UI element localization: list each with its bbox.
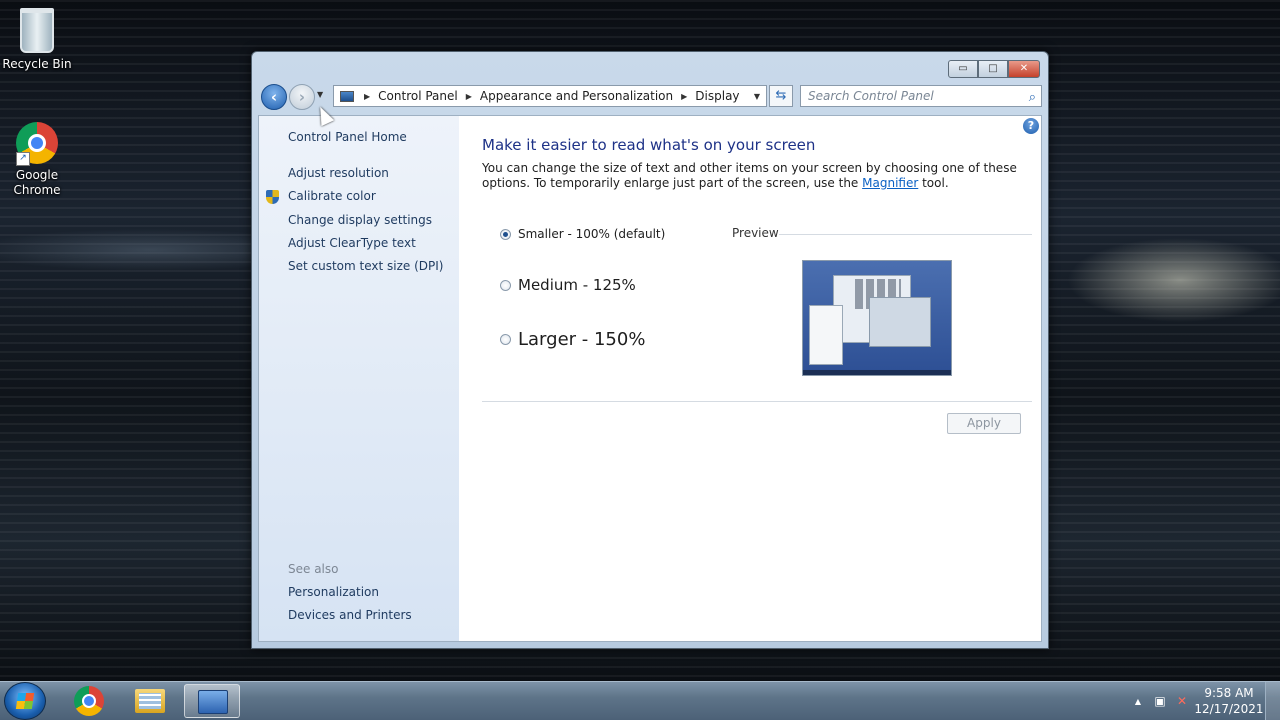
page-description: You can change the size of text and othe… <box>482 161 1022 191</box>
sidebar-link-personalization[interactable]: Personalization <box>288 585 379 599</box>
control-panel-icon <box>198 690 228 714</box>
radio-smaller[interactable] <box>500 228 511 240</box>
sidebar-link-adjust-cleartype[interactable]: Adjust ClearType text <box>288 236 416 250</box>
show-hidden-icons-icon[interactable]: ▲ <box>1127 697 1149 706</box>
chrome-icon-wrapper: ↗ <box>16 122 58 166</box>
option-smaller-label: Smaller - 100% (default) <box>518 227 666 241</box>
google-chrome-shortcut[interactable]: ↗ Google Chrome <box>0 122 74 198</box>
breadcrumb-separator-icon[interactable]: ▶ <box>364 92 370 101</box>
help-icon[interactable]: ? <box>1023 118 1039 134</box>
clock-time: 9:58 AM <box>1204 686 1254 700</box>
radio-medium[interactable] <box>500 279 511 291</box>
content-divider <box>482 401 1032 402</box>
preview-front-window <box>869 297 931 347</box>
windows-logo-icon <box>15 693 35 709</box>
uac-shield-icon <box>266 190 279 204</box>
minimize-button[interactable]: ▭ <box>948 60 978 78</box>
system-tray: ▲ ▣ ✕ 9:58 AM 12/17/2021 <box>1127 682 1280 720</box>
magnifier-link[interactable]: Magnifier <box>862 176 918 190</box>
search-icon[interactable]: ⌕ <box>1029 88 1036 108</box>
shortcut-arrow-icon: ↗ <box>16 152 30 166</box>
option-medium[interactable]: Medium - 125% <box>500 276 636 294</box>
forward-button[interactable]: › <box>289 84 315 110</box>
main-content: ? Make it easier to read what's on your … <box>459 116 1041 641</box>
preview-label: Preview <box>732 226 779 240</box>
volume-muted-icon[interactable]: ✕ <box>1171 694 1193 708</box>
breadcrumb-appearance[interactable]: Appearance and Personalization <box>480 89 673 103</box>
address-dropdown-icon[interactable]: ▼ <box>748 92 766 101</box>
taskbar-explorer[interactable] <box>122 684 178 718</box>
taskbar-chrome[interactable] <box>60 684 116 718</box>
calibrate-color-label: Calibrate color <box>288 189 376 203</box>
clock-date: 12/17/2021 <box>1194 702 1264 716</box>
sidebar-link-calibrate-color[interactable]: Calibrate color <box>266 189 376 204</box>
option-larger-label: Larger - 150% <box>518 329 646 350</box>
close-button[interactable]: ✕ <box>1008 60 1040 78</box>
address-bar[interactable]: ▶ Control Panel ▶ Appearance and Persona… <box>333 85 767 107</box>
control-panel-icon <box>340 90 354 102</box>
google-chrome-label: Google Chrome <box>13 168 61 197</box>
sidebar-link-change-display-settings[interactable]: Change display settings <box>288 213 432 227</box>
sidebar-link-devices-printers[interactable]: Devices and Printers <box>288 608 412 622</box>
maximize-button[interactable]: □ <box>978 60 1008 78</box>
start-button[interactable] <box>4 682 46 720</box>
window-controls: ▭ □ ✕ <box>948 60 1040 78</box>
page-title: Make it easier to read what's on your sc… <box>482 136 816 154</box>
chrome-icon <box>74 686 104 716</box>
client-area: Control Panel Home Adjust resolution Cal… <box>258 115 1042 642</box>
clock[interactable]: 9:58 AM 12/17/2021 <box>1193 685 1265 717</box>
display-window: ▭ □ ✕ ‹ › ▼ ▶ Control Panel ▶ Appearance… <box>251 51 1049 649</box>
preview-side-window <box>809 305 843 365</box>
preview-taskbar <box>803 370 951 375</box>
search-placeholder: Search Control Panel <box>808 89 934 103</box>
preview-divider <box>779 234 1032 235</box>
show-desktop-button[interactable] <box>1265 682 1280 720</box>
recent-pages-dropdown-icon[interactable]: ▼ <box>317 90 323 99</box>
sidebar-link-adjust-resolution[interactable]: Adjust resolution <box>288 166 389 180</box>
description-text-2: tool. <box>918 176 949 190</box>
taskbar: ▲ ▣ ✕ 9:58 AM 12/17/2021 <box>0 681 1280 720</box>
option-medium-label: Medium - 125% <box>518 276 636 294</box>
option-larger[interactable]: Larger - 150% <box>500 329 645 350</box>
breadcrumb-display[interactable]: Display <box>695 89 739 103</box>
network-icon[interactable]: ▣ <box>1149 694 1171 708</box>
preview-image <box>802 260 952 376</box>
sidebar-link-control-panel-home[interactable]: Control Panel Home <box>288 130 407 144</box>
refresh-button[interactable]: ⇆ <box>769 85 793 107</box>
breadcrumb-control-panel[interactable]: Control Panel <box>378 89 458 103</box>
sidebar-link-custom-dpi[interactable]: Set custom text size (DPI) <box>288 259 443 273</box>
task-pane: Control Panel Home Adjust resolution Cal… <box>259 116 459 641</box>
back-button[interactable]: ‹ <box>261 84 287 110</box>
taskbar-control-panel[interactable] <box>184 684 240 718</box>
breadcrumb-separator-icon[interactable]: ▶ <box>466 92 472 101</box>
trash-icon <box>20 8 54 53</box>
search-input[interactable]: Search Control Panel ⌕ <box>800 85 1042 107</box>
recycle-bin-icon[interactable]: Recycle Bin <box>0 8 74 71</box>
breadcrumb-separator-icon[interactable]: ▶ <box>681 92 687 101</box>
folder-icon <box>135 689 165 713</box>
see-also-heading: See also <box>288 562 339 576</box>
apply-button[interactable]: Apply <box>947 413 1021 434</box>
recycle-bin-label: Recycle Bin <box>2 57 72 71</box>
option-smaller[interactable]: Smaller - 100% (default) <box>500 227 665 241</box>
navigation-toolbar: ‹ › ▼ ▶ Control Panel ▶ Appearance and P… <box>258 82 1042 112</box>
radio-larger[interactable] <box>500 334 511 345</box>
